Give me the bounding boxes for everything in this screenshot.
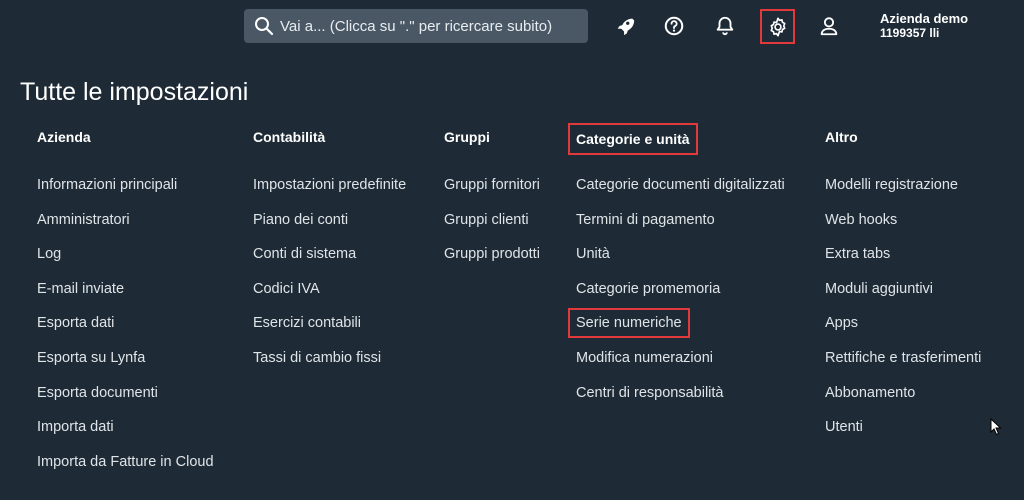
settings-link[interactable]: Esporta su Lynfa	[37, 349, 145, 367]
account-info[interactable]: Azienda demo 1199357 lli	[880, 11, 969, 41]
settings-column-azienda: Azienda Informazioni principali Amminist…	[37, 126, 214, 470]
rocket-icon[interactable]	[610, 11, 640, 41]
settings-link[interactable]: Amministratori	[37, 211, 130, 229]
settings-link[interactable]: Informazioni principali	[37, 176, 177, 194]
settings-link[interactable]: Categorie documenti digitalizzati	[576, 176, 785, 194]
settings-link[interactable]: Web hooks	[825, 211, 897, 229]
top-bar: Vai a... (Clicca su "." per ricercare su…	[0, 0, 1024, 56]
settings-link[interactable]: Moduli aggiuntivi	[825, 280, 933, 298]
settings-link[interactable]: Apps	[825, 314, 858, 332]
settings-link[interactable]: Categorie promemoria	[576, 280, 720, 298]
settings-link[interactable]: Esporta dati	[37, 314, 114, 332]
settings-link[interactable]: Modelli registrazione	[825, 176, 958, 194]
settings-link[interactable]: Tassi di cambio fissi	[253, 349, 381, 367]
settings-link[interactable]: Utenti	[825, 418, 863, 436]
settings-link[interactable]: Gruppi clienti	[444, 211, 529, 229]
column-heading: Azienda	[37, 129, 91, 145]
column-heading: Contabilità	[253, 129, 326, 145]
settings-link[interactable]: Gruppi prodotti	[444, 245, 540, 263]
column-heading: Categorie e unità	[568, 123, 698, 155]
settings-link[interactable]: Importa dati	[37, 418, 114, 436]
settings-link[interactable]: Esercizi contabili	[253, 314, 361, 332]
settings-link[interactable]: Unità	[576, 245, 610, 263]
settings-link[interactable]: Esporta documenti	[37, 384, 158, 402]
settings-column-contabilita: Contabilità Impostazioni predefinite Pia…	[253, 126, 406, 366]
settings-link[interactable]: E-mail inviate	[37, 280, 124, 298]
settings-link[interactable]: Piano dei conti	[253, 211, 348, 229]
settings-column-gruppi: Gruppi Gruppi fornitori Gruppi clienti G…	[444, 126, 540, 262]
mouse-cursor-icon	[990, 417, 1002, 436]
company-id: 1199357 lli	[880, 26, 940, 40]
settings-link[interactable]: Abbonamento	[825, 384, 915, 402]
settings-link[interactable]: Termini di pagamento	[576, 211, 715, 229]
settings-link[interactable]: Rettifiche e trasferimenti	[825, 349, 981, 367]
page-title: Tutte le impostazioni	[20, 78, 249, 106]
gear-icon[interactable]	[760, 9, 795, 44]
column-heading: Gruppi	[444, 129, 490, 145]
search-placeholder: Vai a... (Clicca su "." per ricercare su…	[280, 17, 553, 35]
search-icon	[254, 16, 274, 36]
bell-icon[interactable]	[710, 11, 740, 41]
help-icon[interactable]	[659, 11, 689, 41]
settings-link[interactable]: Importa da Fatture in Cloud	[37, 453, 214, 471]
search-input[interactable]: Vai a... (Clicca su "." per ricercare su…	[244, 9, 588, 43]
user-icon[interactable]	[814, 11, 844, 41]
settings-link[interactable]: Extra tabs	[825, 245, 890, 263]
settings-column-altro: Altro Modelli registrazione Web hooks Ex…	[825, 126, 981, 435]
settings-link-serie-numeriche[interactable]: Serie numeriche	[568, 308, 690, 339]
company-name: Azienda demo	[880, 11, 969, 26]
settings-link[interactable]: Log	[37, 245, 61, 263]
column-heading: Altro	[825, 129, 858, 145]
settings-link[interactable]: Modifica numerazioni	[576, 349, 713, 367]
settings-link[interactable]: Centri di responsabilità	[576, 384, 724, 402]
settings-link[interactable]: Impostazioni predefinite	[253, 176, 406, 194]
settings-column-categorie: Categorie e unità Categorie documenti di…	[568, 123, 785, 401]
settings-link[interactable]: Conti di sistema	[253, 245, 356, 263]
settings-link[interactable]: Gruppi fornitori	[444, 176, 540, 194]
settings-link[interactable]: Codici IVA	[253, 280, 320, 298]
